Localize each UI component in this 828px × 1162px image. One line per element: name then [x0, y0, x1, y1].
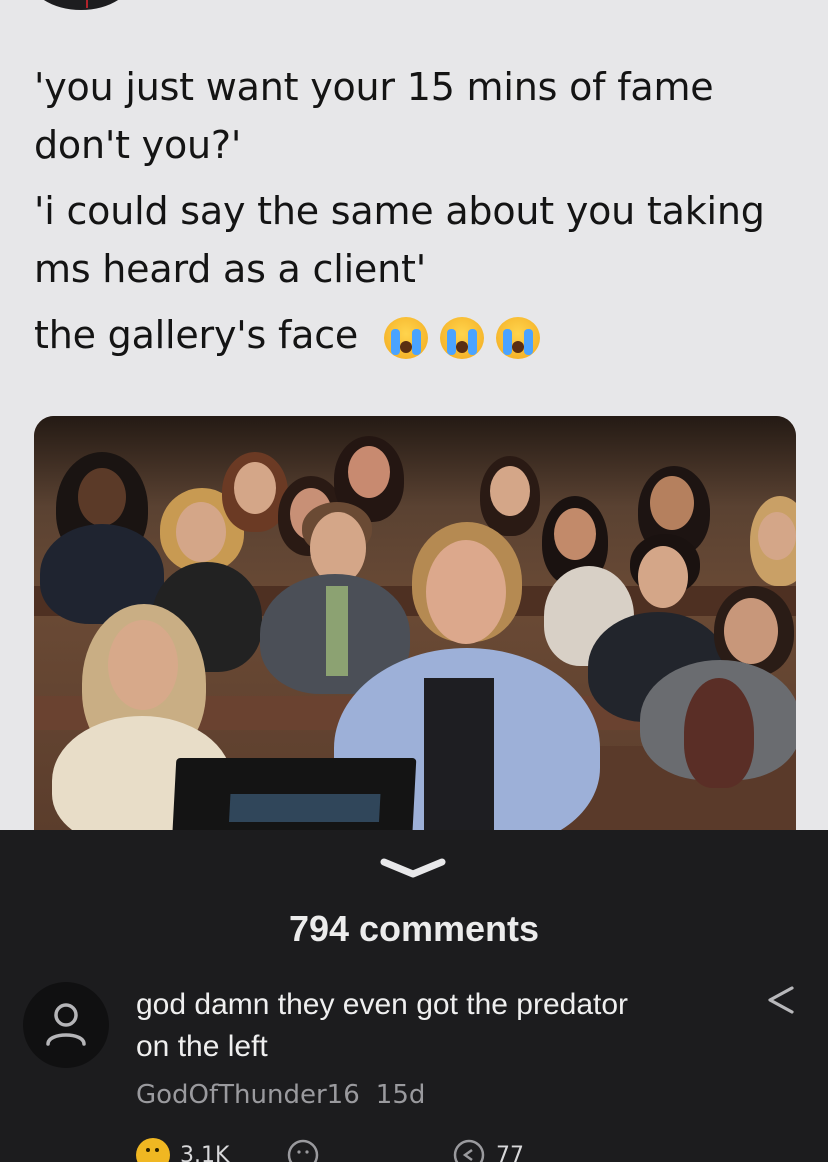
share-icon[interactable]	[762, 980, 802, 1020]
user-icon	[46, 1003, 86, 1046]
avatar[interactable]	[23, 982, 109, 1068]
comment-age: 15d	[375, 1080, 426, 1110]
tweet-author-avatar	[28, 0, 134, 10]
loudly-crying-face-icon	[384, 316, 429, 359]
add-reaction-icon	[287, 1139, 319, 1162]
reply-button[interactable]: 77	[452, 1138, 524, 1162]
like-count: 3.1K	[180, 1142, 230, 1162]
comment-line: on the left	[136, 1030, 268, 1063]
courtroom-photo[interactable]	[34, 416, 796, 830]
tweet-line: 'i could say the same about you taking	[34, 189, 765, 233]
comment-text: god damn they even got the predator on t…	[136, 984, 736, 1068]
tweet-line: the gallery's face	[34, 313, 359, 357]
loudly-crying-face-icon	[440, 316, 485, 359]
comments-count: 794 comments	[288, 908, 540, 949]
tweet-line: ms heard as a client'	[34, 247, 426, 291]
comment-meta: GodOfThunder16 15d	[136, 1080, 425, 1110]
tweet-text: 'you just want your 15 mins of fame don'…	[34, 58, 804, 364]
add-reaction-button[interactable]	[286, 1138, 320, 1162]
reply-count: 77	[496, 1142, 524, 1162]
loudly-crying-face-icon	[496, 316, 541, 359]
tweet-line: 'you just want your 15 mins of fame	[34, 65, 714, 109]
reply-icon	[453, 1139, 485, 1162]
chevron-down-icon[interactable]	[378, 854, 448, 884]
comment-actions: 3.1K 77	[136, 1138, 776, 1162]
podium-monitor	[171, 758, 417, 830]
emoji-row	[384, 316, 541, 359]
comment-line: god damn they even got the predator	[136, 988, 629, 1021]
tweet-line-with-emoji: the gallery's face	[34, 306, 804, 364]
like-button[interactable]: 3.1K	[136, 1138, 229, 1162]
tweet-screenshot: 'you just want your 15 mins of fame don'…	[0, 0, 828, 830]
smiley-icon	[136, 1138, 170, 1162]
comments-panel: 794 comments god damn they even got the …	[0, 830, 828, 1162]
comment-username[interactable]: GodOfThunder16	[136, 1080, 360, 1110]
tweet-line: don't you?'	[34, 123, 242, 167]
